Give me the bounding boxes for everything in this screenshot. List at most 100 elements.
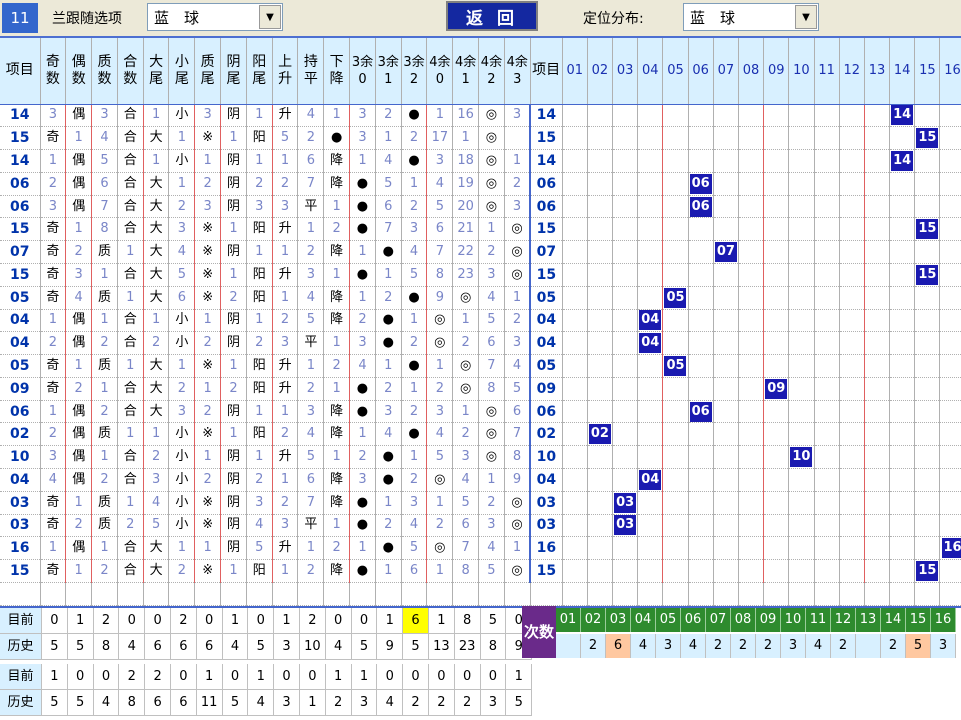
row-item: 06 [0,172,41,196]
number-cell: 10 [788,445,815,469]
number-cell [637,422,664,447]
summary-value: 5 [42,634,68,660]
row-cell: 偶 [65,172,93,196]
summary-value: 5 [403,634,429,660]
row-cell: 3 [246,195,273,219]
number-cell [889,217,916,242]
summary-value: 5 [222,690,249,716]
row-cell: 1 [246,445,273,469]
number-cell [662,422,689,447]
header-col: 阳尾 [246,38,273,105]
number-cell [763,263,790,287]
row-cell: 偶 [65,422,93,447]
row-cell: 1 [143,422,170,447]
summary-value: 4 [222,634,249,660]
number-cell [864,195,891,219]
row-cell: 降 [323,491,351,515]
number-cell [889,263,916,287]
row-cell: 2 [426,514,454,538]
row-cell: 1 [246,240,273,264]
number-cell [889,286,916,310]
row-cell: 3 [349,126,376,151]
number-cell [839,104,865,128]
row-cell: 5 [452,491,480,515]
number-cell [839,514,865,538]
empty-cell [452,582,480,607]
row-cell: 3 [91,104,118,128]
number-cell [939,422,961,447]
row-cell: 7 [297,491,325,515]
row-item-2: 15 [529,217,563,242]
header-col: 小尾 [168,38,196,105]
row-cell: 22 [452,240,480,264]
row-cell: 1 [323,195,351,219]
row-cell: 4 [91,126,118,151]
position-select-value: 蓝 球 [690,9,736,27]
row-cell: 1 [375,491,402,515]
number-cell [637,263,664,287]
number-cell [814,331,840,356]
number-cell [662,240,689,264]
row-cell: 3 [478,263,505,287]
number-cell [562,354,588,378]
number-cell [587,263,614,287]
number-cell [914,149,941,173]
row-cell: 3 [297,263,325,287]
summary-current-row: 目前 0 1 2 0 0 2 0 1 0 1 2 0 0 1 6 1 8 5 0 [0,608,533,634]
row-cell: 升 [272,263,299,287]
row-cell: 20 [452,195,480,219]
row-item: 14 [0,149,41,173]
position-select[interactable]: 蓝 球 ▼ [683,3,819,31]
row-item-2: 07 [529,240,563,264]
row-cell: 1 [452,126,480,151]
row-cell: 7 [504,422,531,447]
row-cell: 1 [194,536,222,561]
row-cell: 1 [220,559,247,583]
summary-value: 5 [67,634,94,660]
number-cell [688,331,714,356]
summary-label: 历史 [0,634,42,660]
number-cell [939,377,961,401]
hit-marker: 03 [614,492,637,513]
row-cell: 合 [117,195,144,219]
number-cell [713,559,739,583]
row-cell: 2 [375,104,402,128]
chevron-down-icon[interactable]: ▼ [795,5,817,29]
row-cell: 2 [401,331,428,356]
number-cell [814,263,840,287]
number-cell [889,172,916,196]
empty-cell [375,582,402,607]
number-cell [788,172,815,196]
number-cell [738,377,765,401]
summary-value: 5 [506,690,533,716]
row-cell: ● [349,172,376,196]
row-cell: ◎ [426,468,454,492]
row-cell: 阳 [246,559,273,583]
number-cell [914,240,941,264]
number-cell [688,536,714,561]
number-cell [814,491,840,515]
chevron-down-icon[interactable]: ▼ [259,5,281,29]
back-button[interactable]: 返 回 [446,1,538,31]
filter-select[interactable]: 蓝 球 ▼ [147,3,283,31]
number-count: 4 [631,634,656,658]
row-item: 06 [0,400,41,424]
row-cell: 1 [168,354,196,378]
row-cell: 2 [272,309,299,333]
row-cell: ◎ [504,559,531,583]
row-cell: 6 [426,217,454,242]
row-cell: 质 [91,240,118,264]
empty-cell [587,582,614,607]
number-cell: 14 [889,104,916,128]
row-cell: 阴 [220,331,247,356]
number-cell [713,422,739,447]
row-cell: 1 [91,536,118,561]
row-cell: 1 [478,468,505,492]
row-cell: 大 [143,536,170,561]
number-cell [864,422,891,447]
row-cell: 18 [452,149,480,173]
number-cell [738,172,765,196]
row-item: 07 [0,240,41,264]
empty-cell [194,582,222,607]
empty-cell [914,582,941,607]
